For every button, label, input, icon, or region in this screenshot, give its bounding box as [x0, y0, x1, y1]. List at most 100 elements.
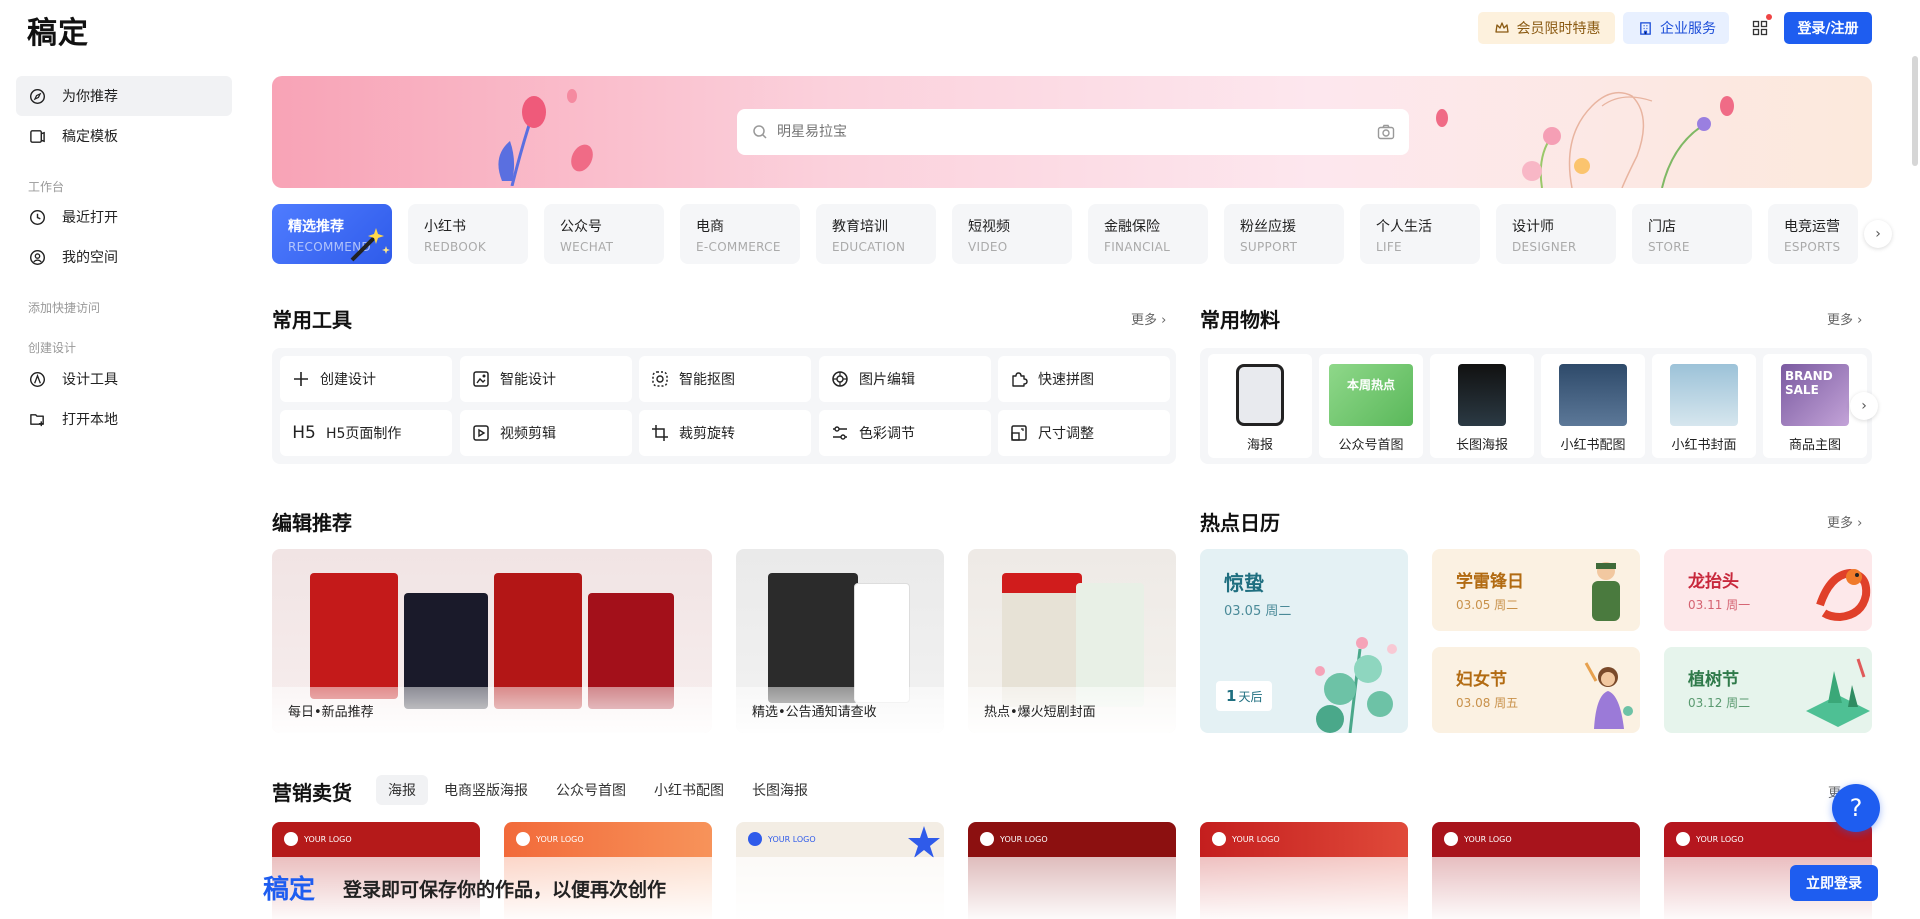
days-count: 1 — [1226, 687, 1237, 705]
editor-pick-daily[interactable]: 每日•新品推荐 — [272, 549, 712, 733]
tool-image-edit[interactable]: 图片编辑 — [819, 356, 991, 402]
sidebar-item-recommend[interactable]: 为你推荐 — [16, 76, 232, 116]
poster-thumbnail — [854, 583, 910, 703]
materials-next-button[interactable]: › — [1850, 392, 1878, 420]
app-root: 稿定 会员限时特惠 企业服务 登录/注册 为你推荐 稿定模板 工作台 最近打开 … — [0, 0, 1920, 919]
tools-more-link[interactable]: 更多 › — [1131, 309, 1166, 328]
notification-dot — [1766, 14, 1772, 20]
tab-long-poster[interactable]: 长图海报 — [740, 775, 820, 805]
category-life[interactable]: 个人生活 LIFE — [1360, 204, 1480, 264]
template-icon — [28, 127, 46, 145]
calendar-more-link[interactable]: 更多 › — [1827, 512, 1862, 531]
material-wechat-cover[interactable]: 本周热点 公众号首图 — [1319, 354, 1423, 458]
category-education[interactable]: 教育培训 EDUCATION — [816, 204, 936, 264]
tab-wechat-cover[interactable]: 公众号首图 — [544, 775, 638, 805]
category-title: 电商 — [696, 219, 724, 235]
soldier-illustration-icon — [1592, 562, 1620, 621]
category-financial[interactable]: 金融保险 FINANCIAL — [1088, 204, 1208, 264]
material-poster[interactable]: 海报 — [1208, 354, 1312, 458]
login-now-button[interactable]: 立即登录 — [1790, 865, 1878, 901]
tool-label: 智能抠图 — [679, 372, 735, 388]
logo[interactable]: 稿定 — [27, 8, 89, 52]
category-video[interactable]: 短视频 VIDEO — [952, 204, 1072, 264]
search-bar[interactable] — [737, 109, 1409, 155]
help-button[interactable]: ? — [1832, 784, 1880, 832]
calendar-card-arbor-day[interactable]: 植树节 03.12 周二 — [1664, 647, 1872, 733]
dragon-illustration-icon — [1816, 568, 1871, 622]
category-support[interactable]: 粉丝应援 SUPPORT — [1224, 204, 1344, 264]
category-esports[interactable]: 电竞运营 ESPORTS — [1768, 204, 1858, 264]
material-label: 公众号首图 — [1338, 438, 1404, 453]
chevron-right-icon: › — [1875, 226, 1881, 242]
sidebar-group-create: 创建设计 — [28, 341, 77, 355]
login-prompt-bar: 稿定 登录即可保存你的作品，以便再次创作 立即登录 — [240, 857, 1920, 919]
category-title: 教育培训 — [832, 219, 888, 235]
tool-create-design[interactable]: 创建设计 — [280, 356, 452, 402]
card-logo: YOUR LOGO — [748, 832, 816, 846]
category-subtitle: E-COMMERCE — [696, 240, 781, 254]
category-designer[interactable]: 设计师 DESIGNER — [1496, 204, 1616, 264]
category-subtitle: STORE — [1648, 240, 1690, 254]
enterprise-button[interactable]: 企业服务 — [1623, 12, 1729, 44]
tool-smart-cutout[interactable]: 智能抠图 — [639, 356, 811, 402]
calendar-card-learn-leifeng[interactable]: 学雷锋日 03.05 周二 — [1432, 549, 1640, 631]
sidebar-item-my-space[interactable]: 我的空间 — [16, 237, 232, 277]
calendar-event-name: 惊蛰 — [1224, 571, 1264, 595]
tool-label: 视频剪辑 — [500, 426, 556, 442]
tool-quick-collage[interactable]: 快速拼图 — [998, 356, 1170, 402]
category-title: 公众号 — [560, 219, 602, 235]
poster-thumbnail — [768, 573, 858, 703]
login-prompt-text: 登录即可保存你的作品，以便再次创作 — [343, 879, 667, 901]
tool-h5-page[interactable]: H5 H5页面制作 — [280, 410, 452, 456]
sidebar-item-recent[interactable]: 最近打开 — [16, 197, 232, 237]
tab-ecommerce-vertical-poster[interactable]: 电商竖版海报 — [432, 775, 540, 805]
category-store[interactable]: 门店 STORE — [1632, 204, 1752, 264]
category-ecommerce[interactable]: 电商 E-COMMERCE — [680, 204, 800, 264]
editor-pick-announcement[interactable]: 精选•公告通知请查收 — [736, 549, 944, 733]
materials-more-link[interactable]: 更多 › — [1827, 309, 1862, 328]
category-redbook[interactable]: 小红书 REDBOOK — [408, 204, 528, 264]
camera-icon[interactable] — [1377, 123, 1395, 141]
category-recommend[interactable]: 精选推荐 RECOMMEND — [272, 204, 392, 264]
tool-label: 创建设计 — [320, 372, 376, 388]
sidebar-item-design-tools[interactable]: 设计工具 — [16, 359, 232, 399]
more-label: 更多 — [1827, 313, 1854, 328]
category-title: 个人生活 — [1376, 219, 1432, 235]
sidebar: 为你推荐 稿定模板 工作台 最近打开 我的空间 添加快捷访问 创建设计 设计工具… — [0, 56, 240, 919]
calendar-card-dragon-head[interactable]: 龙抬头 03.11 周一 — [1664, 549, 1872, 631]
vip-promo-button[interactable]: 会员限时特惠 — [1478, 12, 1615, 44]
days-until-badge: 1 天后 — [1216, 681, 1273, 711]
tool-video-edit[interactable]: 视频剪辑 — [460, 410, 632, 456]
sidebar-item-open-local[interactable]: 打开本地 — [16, 399, 232, 439]
search-icon — [751, 123, 769, 141]
category-wechat[interactable]: 公众号 WECHAT — [544, 204, 664, 264]
tool-crop-rotate[interactable]: 裁剪旋转 — [639, 410, 811, 456]
h5-icon: H5 — [292, 423, 316, 443]
calendar-card-womens-day[interactable]: 妇女节 03.08 周五 — [1432, 647, 1640, 733]
tool-color-adjust[interactable]: 色彩调节 — [819, 410, 991, 456]
tool-resize[interactable]: 尺寸调整 — [998, 410, 1170, 456]
search-input[interactable] — [777, 124, 1369, 140]
sidebar-item-label: 最近打开 — [62, 210, 118, 226]
calendar-main-card[interactable]: 惊蛰 03.05 周二 1 天后 — [1200, 549, 1408, 733]
sidebar-item-templates[interactable]: 稿定模板 — [16, 116, 232, 156]
tab-poster[interactable]: 海报 — [376, 775, 428, 805]
category-next-button[interactable]: › — [1864, 220, 1892, 248]
login-register-button[interactable]: 登录/注册 — [1784, 12, 1872, 44]
sidebar-group-quick-access[interactable]: 添加快捷访问 — [28, 299, 100, 316]
editor-pick-drama-cover[interactable]: 热点•爆火短剧封面 — [968, 549, 1176, 733]
tool-ai-design[interactable]: 智能设计 — [460, 356, 632, 402]
tool-label: 图片编辑 — [859, 372, 915, 388]
image-edit-icon — [831, 370, 849, 388]
sliders-icon — [831, 424, 849, 442]
material-long-poster[interactable]: 长图海报 — [1430, 354, 1534, 458]
tab-redbook-image[interactable]: 小红书配图 — [642, 775, 736, 805]
redbook-image-thumbnail — [1559, 364, 1627, 426]
apps-grid-button[interactable] — [1748, 12, 1772, 44]
category-subtitle: DESIGNER — [1512, 240, 1577, 254]
card-logo: YOUR LOGO — [980, 832, 1048, 846]
category-title: 门店 — [1648, 219, 1676, 235]
page-scrollbar[interactable] — [1912, 56, 1918, 166]
material-redbook-image[interactable]: 小红书配图 — [1541, 354, 1645, 458]
material-redbook-cover[interactable]: 小红书封面 — [1652, 354, 1756, 458]
